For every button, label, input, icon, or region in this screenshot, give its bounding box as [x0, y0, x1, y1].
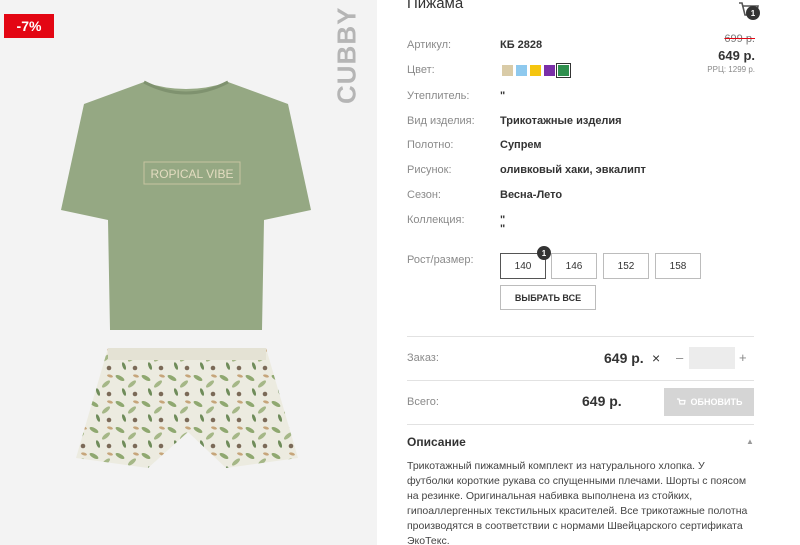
cart-count-badge: 1 [746, 6, 760, 20]
update-button[interactable]: ОБНОВИТЬ [664, 388, 754, 416]
size-option-152[interactable]: 152 [603, 253, 649, 279]
fabric-label: Полотно: [407, 139, 454, 151]
select-all-button[interactable]: ВЫБРАТЬ ВСЕ [500, 285, 596, 310]
chevron-up-icon[interactable]: ▲ [746, 437, 754, 446]
discount-badge: -7% [4, 14, 54, 38]
type-value: Трикотажные изделия [500, 115, 622, 127]
season-label: Сезон: [407, 189, 441, 201]
rrc-price: РРЦ: 1299 р. [707, 65, 755, 74]
quantity-input[interactable] [689, 347, 735, 369]
remove-icon[interactable]: × [652, 350, 660, 366]
total-price: 649 р. [582, 393, 622, 409]
fabric-row: Полотно: Супрем [407, 139, 542, 151]
current-price: 649 р. [718, 48, 755, 63]
color-swatch[interactable] [502, 65, 513, 76]
collection-row: Коллекция: " " [407, 214, 505, 235]
season-row: Сезон: Весна-Лето [407, 189, 562, 201]
product-title: Пижама [407, 0, 464, 12]
color-row: Цвет: [407, 64, 435, 76]
type-label: Вид изделия: [407, 115, 475, 127]
order-price: 649 р. [604, 350, 644, 366]
product-image-panel[interactable]: -7% CUBBY ROPICAL VIBE [0, 0, 377, 545]
article-value: КБ 2828 [500, 39, 543, 51]
pattern-row: Рисунок: оливковый хаки, эвкалипт [407, 164, 646, 176]
decrement-button[interactable]: – [676, 350, 683, 365]
product-image: ROPICAL VIBE [61, 80, 311, 468]
divider [407, 380, 754, 381]
description-title[interactable]: Описание [407, 435, 466, 449]
divider [407, 336, 754, 337]
collection-value-2: " [500, 223, 506, 235]
update-button-label: ОБНОВИТЬ [690, 397, 743, 407]
old-price: 699 р. [724, 33, 755, 45]
size-row: Рост/размер: [407, 254, 474, 266]
divider [407, 424, 754, 425]
collection-label: Коллекция: [407, 214, 465, 226]
description-text: Трикотажный пижамный комплект из натурал… [407, 460, 748, 545]
size-option-158[interactable]: 158 [655, 253, 701, 279]
order-label: Заказ: [407, 352, 439, 364]
print-text: ROPICAL VIBE [151, 167, 234, 181]
size-count-badge: 1 [537, 246, 551, 260]
size-label: Рост/размер: [407, 254, 474, 266]
season-value: Весна-Лето [500, 189, 563, 201]
pattern-value: оливковый хаки, эвкалипт [500, 164, 646, 176]
total-label: Всего: [407, 396, 439, 408]
fabric-value: Супрем [500, 139, 542, 151]
pattern-label: Рисунок: [407, 164, 452, 176]
color-swatch[interactable] [516, 65, 527, 76]
article-row: Артикул: КБ 2828 [407, 39, 542, 51]
type-row: Вид изделия: Трикотажные изделия [407, 115, 622, 127]
color-swatch[interactable] [544, 65, 555, 76]
size-option-146[interactable]: 146 [551, 253, 597, 279]
product-info: Пижама 1 Артикул: КБ 2828 699 р. 649 р. … [407, 0, 760, 545]
warming-label: Утеплитель: [407, 90, 470, 102]
color-swatches [502, 63, 571, 78]
warming-value: " [500, 90, 506, 102]
article-label: Артикул: [407, 39, 452, 51]
color-label: Цвет: [407, 64, 435, 76]
color-swatch[interactable] [530, 65, 541, 76]
warming-row: Утеплитель: " [407, 90, 505, 102]
increment-button[interactable]: + [739, 350, 747, 365]
color-swatch-selected[interactable] [556, 63, 571, 78]
cart-icon [676, 398, 686, 405]
